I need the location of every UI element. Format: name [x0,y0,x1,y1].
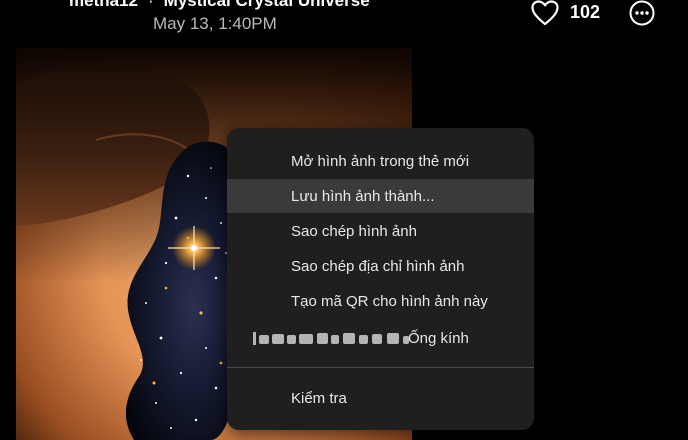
context-menu: Mở hình ảnh trong thẻ mới Lưu hình ảnh t… [227,128,534,430]
like-count: 102 [570,2,601,22]
like-button[interactable] [531,0,559,26]
menu-item-label: Kiểm tra [291,389,347,407]
menu-save-image-as[interactable]: Lưu hình ảnh thành... [227,179,534,213]
menu-divider [227,367,534,368]
menu-create-qr-code[interactable]: Tạo mã QR cho hình ảnh này [227,284,534,318]
more-options-icon [629,0,655,26]
title-separator: · [147,0,154,10]
menu-copy-image-address[interactable]: Sao chép địa chỉ hình ảnh [227,249,534,283]
garbled-text-icon [253,332,409,345]
heart-icon [531,0,559,26]
page: metha12 · Mystical Crystal Universe May 13… [0,0,688,440]
menu-item-label: Lưu hình ảnh thành... [291,187,435,205]
menu-copy-image[interactable]: Sao chép hình ảnh [227,214,534,248]
album-name[interactable]: Mystical Crystal Universe [164,0,370,10]
author-name[interactable]: metha12 [69,0,138,10]
menu-inspect[interactable]: Kiểm tra [227,381,534,415]
menu-item-label: Tạo mã QR cho hình ảnh này [291,292,488,310]
more-options-button[interactable] [629,0,655,26]
menu-search-with-lens[interactable]: Ống kính [227,321,534,355]
menu-item-label: Sao chép địa chỉ hình ảnh [291,257,465,275]
post-timestamp: May 13, 1:40PM [153,14,277,33]
menu-item-label: Sao chép hình ảnh [291,222,417,240]
post-header: metha12 · Mystical Crystal Universe May 13… [0,0,688,44]
post-title: metha12 · Mystical Crystal Universe [69,0,370,11]
menu-item-label: Mở hình ảnh trong thẻ mới [291,152,470,170]
menu-open-image-new-tab[interactable]: Mở hình ảnh trong thẻ mới [227,144,534,178]
